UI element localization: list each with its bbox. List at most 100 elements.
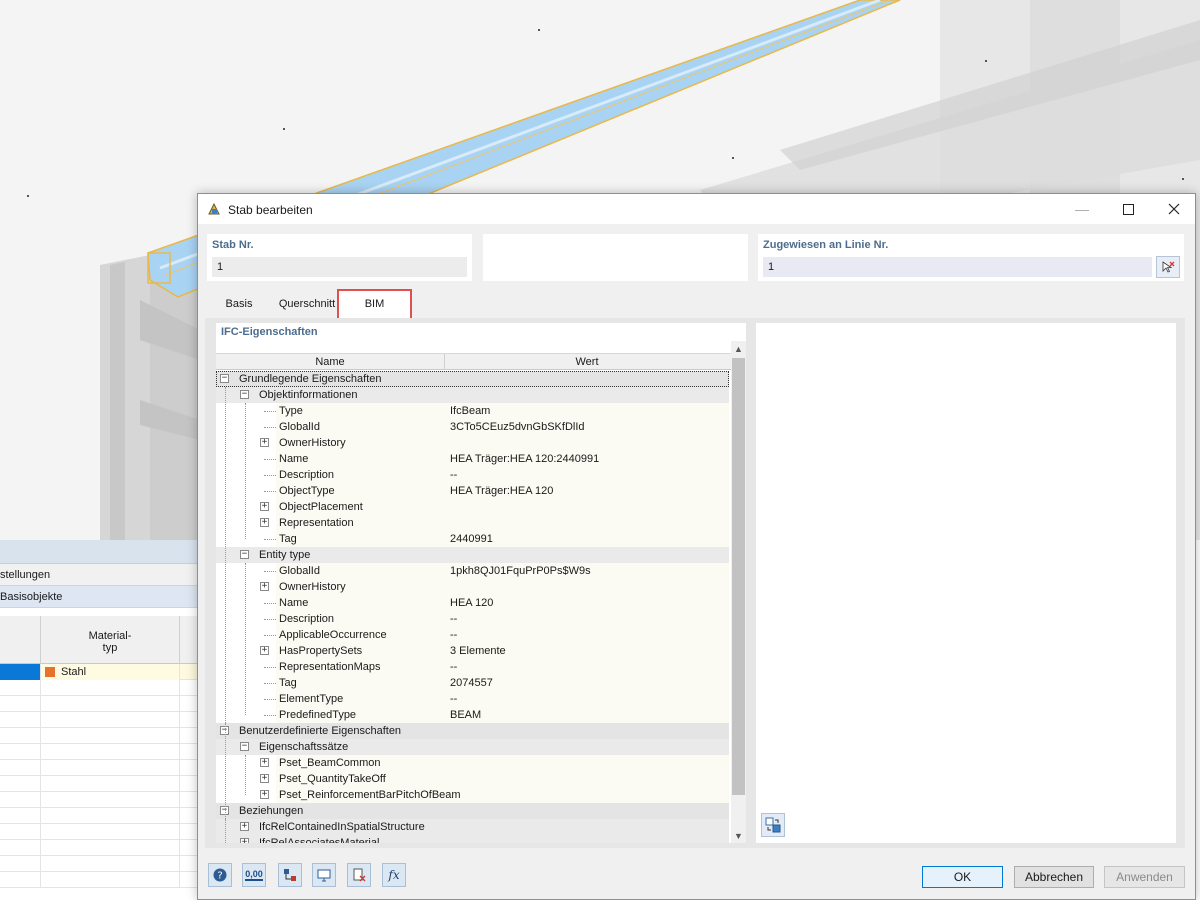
tree-row[interactable]: + HasPropertySets 3 Elemente [216,643,729,659]
tree-row[interactable]: Description -- [216,467,729,483]
tree-row[interactable]: − Grundlegende Eigenschaften [216,371,729,387]
tree-row-value: -- [450,693,458,705]
apply-button[interactable]: Anwenden [1104,866,1185,888]
help-button[interactable]: ? [208,863,232,887]
table-row[interactable] [0,760,200,776]
tree-row[interactable]: − Beziehungen [216,803,729,819]
expand-icon[interactable]: + [240,822,249,831]
swap-view-icon [765,817,781,833]
tree-row-value: 1pkh8QJ01FquPrP0Ps$W9s [450,565,591,577]
expand-icon[interactable]: + [260,774,269,783]
tree-row[interactable]: Type IfcBeam [216,403,729,419]
expand-icon[interactable]: + [240,838,249,843]
scroll-down-icon[interactable]: ▼ [731,828,746,843]
ifc-property-tree[interactable]: − Grundlegende Eigenschaften − Objektinform… [216,371,729,843]
tree-row-label: HasPropertySets [279,645,363,657]
table-row[interactable] [0,696,200,712]
tree-row[interactable]: + IfcRelAssociatesMaterial [216,835,729,843]
model-button[interactable] [278,863,302,887]
tree-row-value: 2074557 [450,677,493,689]
edit-member-dialog: Stab bearbeiten — Stab Nr. 1 Zugewiesen … [197,193,1196,900]
tree-row[interactable]: + OwnerHistory [216,435,729,451]
column-value[interactable]: Wert [445,354,729,370]
expand-icon[interactable]: + [260,646,269,655]
expand-icon[interactable]: + [260,518,269,527]
table-row[interactable] [0,792,200,808]
dialog-titlebar[interactable]: Stab bearbeiten — [198,194,1195,224]
scroll-thumb[interactable] [732,358,745,795]
table-row[interactable] [0,680,200,696]
tree-row[interactable]: GlobalId 1pkh8QJ01FquPrP0Ps$W9s [216,563,729,579]
table-row[interactable] [0,744,200,760]
assigned-line-field[interactable]: 1 [763,257,1152,277]
table-row[interactable] [0,840,200,856]
expand-icon[interactable]: + [260,790,269,799]
preview-options-button[interactable] [761,813,785,837]
collapse-icon[interactable]: − [240,742,249,751]
tree-row[interactable]: Tag 2440991 [216,531,729,547]
tree-row[interactable]: PredefinedType BEAM [216,707,729,723]
scroll-up-icon[interactable]: ▲ [731,341,746,356]
tree-row[interactable]: − Entity type [216,547,729,563]
settings-row[interactable]: stellungen [0,564,200,586]
display-button[interactable] [312,863,336,887]
table-row[interactable] [0,712,200,728]
function-button[interactable]: fx [382,863,406,887]
tree-row[interactable]: ElementType -- [216,691,729,707]
tree-row[interactable]: − Eigenschaftssätze [216,739,729,755]
tree-row[interactable]: Tag 2074557 [216,675,729,691]
assigned-line-panel: Zugewiesen an Linie Nr. 1 [758,234,1184,281]
close-button[interactable] [1151,194,1197,224]
tree-row[interactable]: + Pset_BeamCommon [216,755,729,771]
collapse-icon[interactable]: − [240,390,249,399]
member-number-label: Stab Nr. [212,239,254,251]
tree-row[interactable]: GlobalId 3CTo5CEuz5dvnGbSKfDlId [216,419,729,435]
table-row[interactable] [0,824,200,840]
tree-row[interactable]: − Objektinformationen [216,387,729,403]
column-name[interactable]: Name [216,354,445,370]
tree-row[interactable]: + Pset_QuantityTakeOff [216,771,729,787]
tree-scrollbar[interactable]: ▲ ▼ [731,341,746,843]
tree-row[interactable]: − Benutzerdefinierte Eigenschaften [216,723,729,739]
tree-row[interactable]: RepresentationMaps -- [216,659,729,675]
table-row[interactable] [0,872,200,888]
expand-icon[interactable]: + [260,502,269,511]
base-objects-row[interactable]: Basisobjekte [0,586,200,608]
tab-basis[interactable]: Basis [218,289,260,319]
tree-row-label: Pset_QuantityTakeOff [279,773,386,785]
tree-row[interactable]: + Representation [216,515,729,531]
table-row[interactable] [0,776,200,792]
table-row[interactable] [0,808,200,824]
tree-row-label: Grundlegende Eigenschaften [239,373,382,385]
collapse-icon[interactable]: − [220,374,229,383]
tab-cross-section[interactable]: Querschnitt [270,289,344,319]
member-number-field[interactable]: 1 [212,257,467,277]
tree-row[interactable]: + ObjectPlacement [216,499,729,515]
tree-row-label: Tag [279,677,297,689]
model-icon [284,869,296,881]
tree-row[interactable]: Name HEA Träger:HEA 120:2440991 [216,451,729,467]
member-app-icon [206,201,222,217]
expand-icon[interactable]: + [260,758,269,767]
tree-row[interactable]: + IfcRelContainedInSpatialStructure [216,819,729,835]
table-row[interactable]: Stahl [0,664,200,680]
expand-icon[interactable]: + [260,582,269,591]
table-row[interactable] [0,856,200,872]
filter-button[interactable] [347,863,371,887]
tree-row[interactable]: + OwnerHistory [216,579,729,595]
tree-row-label: ElementType [279,693,344,705]
cancel-button[interactable]: Abbrechen [1014,866,1094,888]
tree-row[interactable]: ApplicableOccurrence -- [216,627,729,643]
pick-line-button[interactable] [1156,256,1180,278]
maximize-button[interactable] [1105,194,1151,224]
tree-row[interactable]: Name HEA 120 [216,595,729,611]
minimize-button[interactable]: — [1059,194,1105,224]
tree-row[interactable]: Description -- [216,611,729,627]
table-row[interactable] [0,728,200,744]
expand-icon[interactable]: + [260,438,269,447]
collapse-icon[interactable]: − [240,550,249,559]
tree-row[interactable]: + Pset_ReinforcementBarPitchOfBeam [216,787,729,803]
ok-button[interactable]: OK [922,866,1003,888]
units-button[interactable]: 0,00 [242,863,266,887]
tree-row[interactable]: ObjectType HEA Träger:HEA 120 [216,483,729,499]
